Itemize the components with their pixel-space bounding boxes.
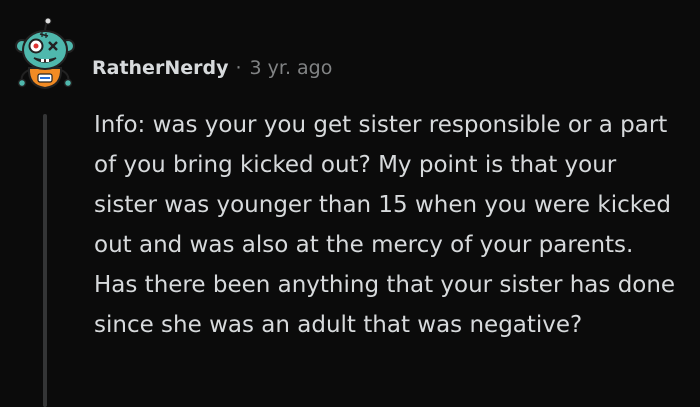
thread-collapse-line[interactable] [43,114,47,407]
meta-separator: · [235,57,242,79]
username-link[interactable]: RatherNerdy [92,57,228,79]
user-avatar[interactable] [14,18,76,98]
comment-header: RatherNerdy · 3 yr. ago [92,52,332,84]
comment-timestamp[interactable]: 3 yr. ago [250,57,333,79]
comment-body: Info: was your you get sister responsibl… [94,112,676,338]
comment: RatherNerdy · 3 yr. ago Info: was your y… [0,0,700,407]
zombie-snoo-avatar-icon [15,18,75,90]
